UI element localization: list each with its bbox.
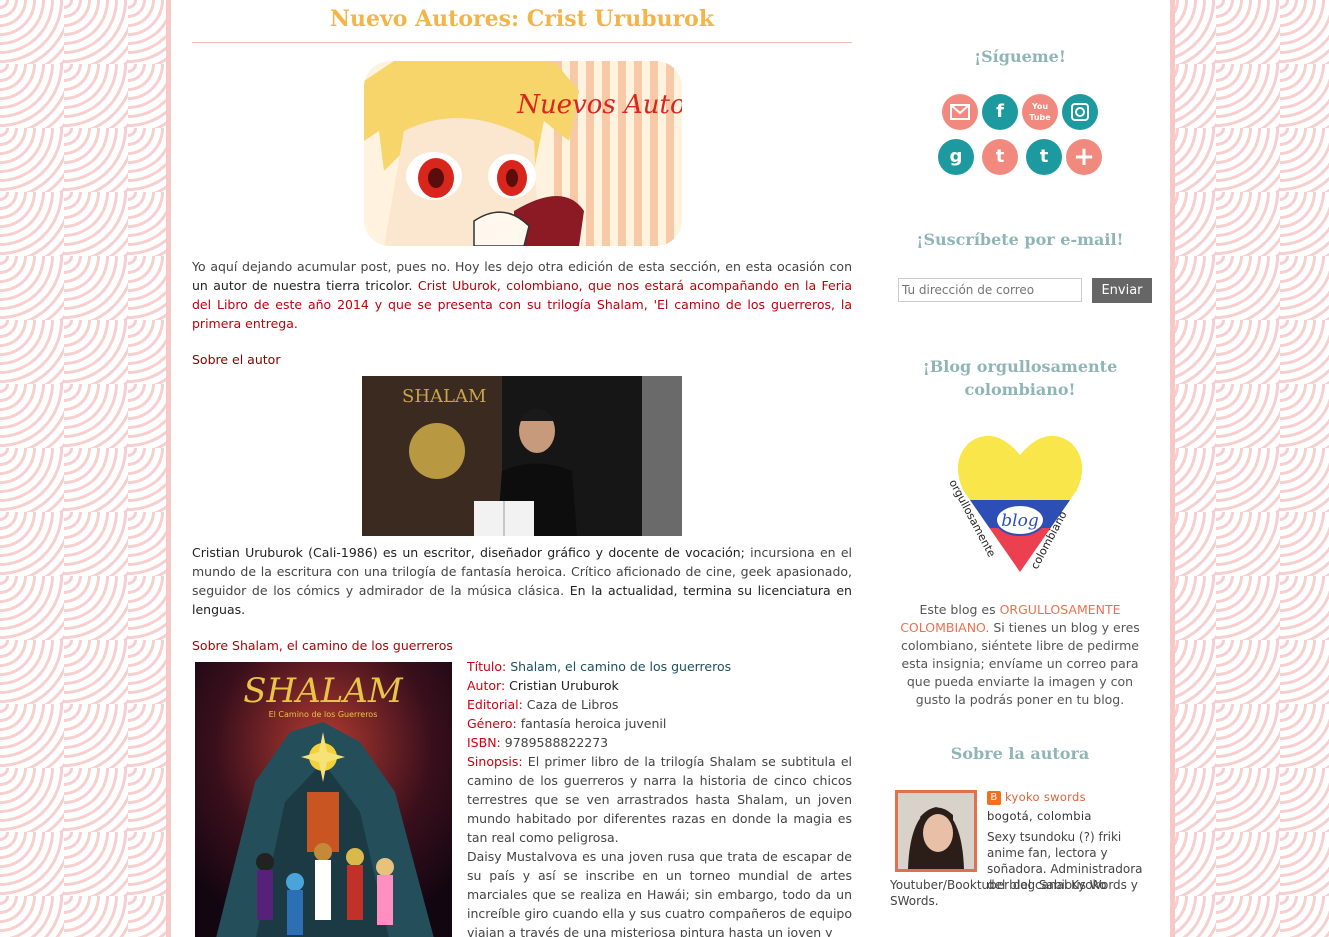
author-name-link[interactable]: Bkyoko swords: [987, 790, 1086, 805]
detail-synopsis: Sinopsis: El primer libro de la trilogía…: [467, 754, 852, 845]
facebook-icon[interactable]: f: [982, 94, 1018, 130]
nuevos-autores-banner: Nuevos Autores: [364, 61, 682, 246]
author-photo-image: SHALAM: [362, 376, 682, 536]
badge-description: Este blog es ORGULLOSAMENTE COLOMBIANO. …: [900, 601, 1140, 707]
bio-paragraph: Cristian Uruburok (Cali-1986) es un escr…: [192, 543, 852, 619]
shalam-heading: Sobre Shalam, el camino de los guerreros: [192, 638, 453, 653]
poster-title: SHALAM: [402, 386, 486, 407]
intro-highlight: un autor de nuestra tierra tricolor.: [192, 278, 413, 293]
tumblr-icon[interactable]: t: [1026, 139, 1062, 175]
goodreads-icon[interactable]: g: [938, 139, 974, 175]
badge-title: ¡Blog orgullosamente colombiano!: [922, 357, 1118, 399]
cover-subtitle: El Camino de los Guerreros: [269, 710, 378, 719]
subscribe-title: ¡Suscríbete por e-mail!: [916, 230, 1124, 249]
author-photo: SHALAM: [362, 376, 682, 536]
author-bio-continued: Youtuber/Booktuber del canal Kyoko SWord…: [890, 878, 1107, 908]
bio-strong: Cristian Uruburok (Cali-1986) es un escr…: [192, 545, 745, 560]
author-location: bogotá, colombia: [987, 809, 1092, 823]
about-author-heading: Sobre el autor: [192, 352, 281, 367]
detail-genre: Género: fantasía heroica juvenil: [467, 716, 667, 731]
colombia-badge: blog orgullosamente colombiano: [945, 430, 1095, 578]
instagram-icon[interactable]: [1062, 94, 1098, 130]
email-input[interactable]: [898, 278, 1082, 302]
book-cover: SHALAM El Camino de los Guerreros: [195, 662, 452, 937]
about-title: Sobre la autora: [950, 744, 1090, 763]
detail-title: Título: Shalam, el camino de los guerrer…: [467, 659, 732, 674]
google-plus-icon[interactable]: +: [1066, 139, 1102, 175]
avatar[interactable]: [895, 790, 977, 872]
detail-isbn: ISBN: 9789588822273: [467, 735, 609, 750]
anime-banner-image: Nuevos Autores: [364, 61, 682, 246]
colombia-heart-icon: blog orgullosamente colombiano: [946, 435, 1083, 573]
banner-title: Nuevos Autores: [516, 90, 682, 120]
subscribe-form: Enviar: [898, 278, 1152, 304]
blogger-icon: B: [987, 790, 1001, 805]
blog-post: Nuevo Autores: Crist Uruburok Nuevos Aut…: [192, 0, 852, 937]
follow-title: ¡Sígueme!: [974, 47, 1066, 66]
youtube-icon[interactable]: You Tube: [1022, 94, 1058, 130]
detail-author: Autor: Cristian Uruburok: [467, 678, 619, 693]
detail-publisher: Editorial: Caza de Libros: [467, 697, 619, 712]
post-title[interactable]: Nuevo Autores: Crist Uruburok: [192, 6, 852, 43]
book-details: Título: Shalam, el camino de los guerrer…: [467, 657, 852, 937]
badge-word: blog: [1001, 511, 1039, 531]
detail-synopsis-2: Daisy Mustalvova es una joven rusa que t…: [467, 849, 852, 937]
blog-page: Nuevo Autores: Crist Uruburok Nuevos Aut…: [166, 0, 1175, 937]
cover-title: SHALAM: [243, 671, 404, 711]
intro-paragraph: Yo aquí dejando acumular post, pues no. …: [192, 257, 852, 333]
book-cover-image: SHALAM El Camino de los Guerreros: [195, 662, 452, 937]
email-icon[interactable]: [942, 94, 978, 130]
intro-text: Yo aquí dejando acumular post, pues no. …: [192, 259, 852, 274]
subscribe-button[interactable]: Enviar: [1092, 278, 1152, 303]
book-title-link[interactable]: Shalam, el camino de los guerreros: [510, 659, 731, 674]
twitter-icon[interactable]: t: [982, 139, 1018, 175]
